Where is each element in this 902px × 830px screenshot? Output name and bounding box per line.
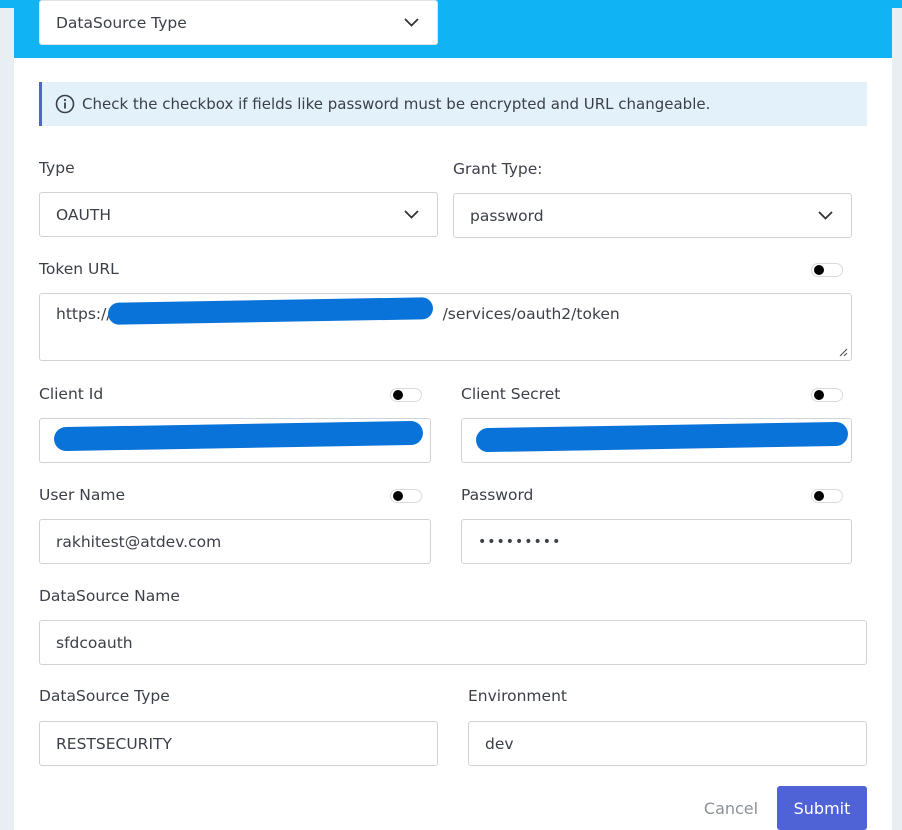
chevron-down-icon bbox=[818, 210, 833, 220]
type-label: Type bbox=[39, 159, 75, 177]
user-name-input[interactable]: rakhitest@atdev.com bbox=[39, 519, 431, 564]
datasource-type-label: DataSource Type bbox=[39, 687, 170, 705]
grant-type-label: Grant Type: bbox=[453, 160, 543, 178]
toggle-knob bbox=[814, 265, 824, 275]
environment-label: Environment bbox=[468, 687, 567, 705]
resize-grip-icon[interactable] bbox=[839, 348, 848, 357]
chevron-down-icon bbox=[404, 209, 419, 219]
cancel-button[interactable]: Cancel bbox=[699, 786, 763, 830]
user-name-label: User Name bbox=[39, 486, 125, 504]
grant-type-select-value: password bbox=[470, 206, 544, 225]
submit-button[interactable]: Submit bbox=[777, 786, 867, 830]
info-alert: Check the checkbox if fields like passwo… bbox=[39, 82, 867, 126]
header-datasource-type-text: DataSource Type bbox=[56, 13, 187, 32]
datasource-form-card: DataSource Type Check the checkbox if fi… bbox=[14, 0, 892, 830]
toggle-knob bbox=[393, 390, 403, 400]
token-url-label: Token URL bbox=[39, 260, 119, 278]
password-label: Password bbox=[461, 486, 534, 504]
type-select-value: OAUTH bbox=[56, 205, 111, 224]
datasource-name-input[interactable]: sfdcoauth bbox=[39, 620, 867, 665]
client-secret-label: Client Secret bbox=[461, 385, 561, 403]
datasource-type-value: RESTSECURITY bbox=[56, 734, 172, 753]
token-url-encrypt-toggle[interactable] bbox=[811, 263, 843, 277]
type-select[interactable]: OAUTH bbox=[39, 192, 438, 237]
info-icon bbox=[55, 94, 75, 114]
datasource-name-label: DataSource Name bbox=[39, 587, 180, 605]
chevron-down-icon bbox=[404, 17, 419, 27]
password-masked-value: ••••••••• bbox=[478, 533, 562, 550]
client-id-encrypt-toggle[interactable] bbox=[390, 388, 422, 402]
toggle-knob bbox=[814, 491, 824, 501]
password-encrypt-toggle[interactable] bbox=[811, 489, 843, 503]
token-url-suffix: /services/oauth2/token bbox=[442, 305, 620, 323]
client-secret-encrypt-toggle[interactable] bbox=[811, 388, 843, 402]
datasource-type-input[interactable]: RESTSECURITY bbox=[39, 721, 438, 766]
user-name-encrypt-toggle[interactable] bbox=[390, 489, 422, 503]
info-message: Check the checkbox if fields like passwo… bbox=[82, 95, 711, 113]
toggle-knob bbox=[393, 491, 403, 501]
environment-input[interactable]: dev bbox=[468, 721, 867, 766]
environment-value: dev bbox=[485, 734, 514, 753]
password-input[interactable]: ••••••••• bbox=[461, 519, 852, 564]
user-name-value: rakhitest@atdev.com bbox=[56, 532, 222, 551]
token-url-prefix: https:// bbox=[56, 305, 112, 323]
header-datasource-type-select[interactable]: DataSource Type bbox=[39, 0, 438, 45]
datasource-name-value: sfdcoauth bbox=[56, 633, 133, 652]
grant-type-select[interactable]: password bbox=[453, 193, 852, 238]
toggle-knob bbox=[814, 390, 824, 400]
client-id-label: Client Id bbox=[39, 385, 104, 403]
